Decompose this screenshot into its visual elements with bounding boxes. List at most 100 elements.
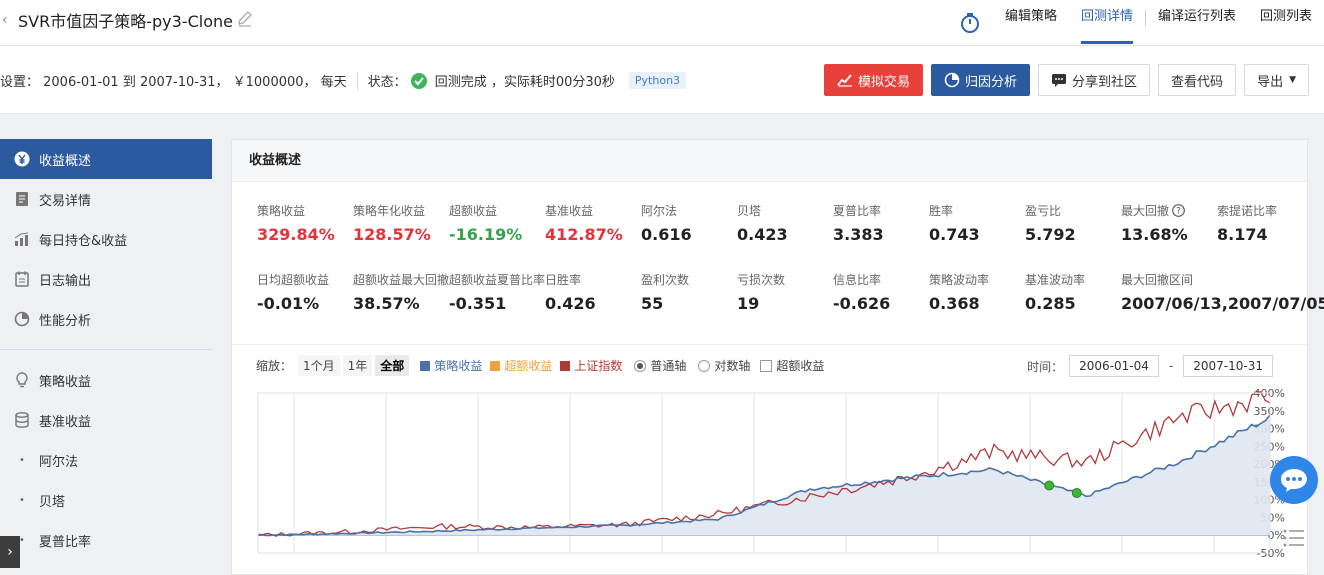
sidebar-item-alpha[interactable]: • 阿尔法 <box>0 440 212 480</box>
normal-axis-label: 普通轴 <box>650 359 687 373</box>
end-date-input[interactable]: 2007-10-31 <box>1183 355 1273 377</box>
sidebar-item-sharpe[interactable]: • 夏普比率 <box>0 520 212 560</box>
list-icon <box>1283 529 1304 547</box>
pencil-edit-icon[interactable] <box>236 10 254 28</box>
legend-label: 策略收益 <box>434 359 483 373</box>
caret-down-icon: ▼ <box>1289 75 1296 85</box>
metric-item: 策略收益 329.84% <box>257 202 353 244</box>
zoom-all-button[interactable]: 全部 <box>375 355 410 376</box>
log-axis-radio[interactable] <box>698 359 711 372</box>
chat-bubble-icon <box>1051 72 1067 88</box>
document-icon <box>14 191 30 207</box>
list-float-button[interactable] <box>1278 522 1310 554</box>
status-text: 回测完成 ，实际耗时00分30秒 <box>434 75 615 90</box>
sidebar-item-label: 贝塔 <box>39 494 66 510</box>
metric-item: 夏普比率 3.383 <box>833 202 929 244</box>
sidebar-item-label: 策略收益 <box>39 374 92 390</box>
back-chevron-icon[interactable]: ‹ <box>2 12 8 28</box>
sidebar-item-daily-positions[interactable]: 每日持仓&收益 <box>0 219 212 259</box>
metric-label-text: 策略波动率 <box>929 273 990 287</box>
metric-label-text: 索提诺比率 <box>1217 204 1278 218</box>
log-axis-label: 对数轴 <box>714 359 751 373</box>
metric-item: 亏损次数 19 <box>737 271 833 313</box>
metric-label-text: 超额收益夏普比率 <box>449 273 546 287</box>
metric-item: 胜率 0.743 <box>929 202 1025 244</box>
metric-item: 阿尔法 0.616 <box>641 202 737 244</box>
sidebar-item-trade-detail[interactable]: 交易详情 <box>0 179 212 219</box>
nav-backtest-list[interactable]: 回测列表 <box>1248 0 1324 46</box>
view-code-button[interactable]: 查看代码 <box>1158 64 1237 96</box>
bar-chart-icon <box>14 231 30 247</box>
share-community-button[interactable]: 分享到社区 <box>1038 64 1151 96</box>
time-label: 时间： <box>1027 359 1064 374</box>
metric-label: 超额收益最大回撤 <box>353 271 449 288</box>
pie-chart-icon <box>14 311 30 327</box>
metric-label: 基准波动率 <box>1025 271 1121 288</box>
metric-label-text: 最大回撤区间 <box>1121 273 1194 287</box>
legend-strategy[interactable]: 策略收益 <box>420 357 482 374</box>
metric-label-text: 超额收益 <box>449 204 498 218</box>
returns-line-chart[interactable]: 400%350%300%250%200%150%100%50%0%-50% <box>232 388 1307 575</box>
info-separator <box>356 71 358 90</box>
metric-value: 329.84% <box>257 225 335 244</box>
nav-edit-strategy[interactable]: 编辑策略 <box>993 0 1069 46</box>
metric-item: 盈亏比 5.792 <box>1025 202 1121 244</box>
yen-icon <box>14 151 30 167</box>
database-icon <box>14 412 30 428</box>
normal-axis-radio[interactable] <box>634 359 647 372</box>
metric-label: 索提诺比率 <box>1217 202 1313 219</box>
metric-item: 日胜率 0.426 <box>545 271 641 313</box>
legend-excess[interactable]: 超额收益 <box>490 357 552 374</box>
metric-label-text: 盈亏比 <box>1025 204 1062 218</box>
zoom-1year-button[interactable]: 1年 <box>342 355 373 376</box>
metric-value: 412.87% <box>545 225 623 244</box>
sidebar-item-beta[interactable]: • 贝塔 <box>0 480 212 520</box>
zoom-1month-button[interactable]: 1个月 <box>298 355 340 376</box>
metric-value: 0.285 <box>1025 294 1076 313</box>
metric-item: 日均超额收益 -0.01% <box>257 271 353 313</box>
nav-compile-list[interactable]: 编译运行列表 <box>1146 0 1248 46</box>
nav-backtest-detail[interactable]: 回测详情 <box>1069 0 1145 46</box>
sidebar-item-benchmark-return[interactable]: 基准收益 <box>0 400 212 440</box>
bullet-icon: • <box>19 454 25 466</box>
sidebar-item-strategy-return[interactable]: 策略收益 <box>0 360 212 400</box>
legend-benchmark[interactable]: 上证指数 <box>560 357 622 374</box>
sidebar-item-log-output[interactable]: 日志输出 <box>0 259 212 299</box>
export-dropdown[interactable]: 导出 ▼ <box>1244 64 1309 96</box>
sidebar-item-performance[interactable]: 性能分析 <box>0 299 212 339</box>
metric-label-text: 日胜率 <box>545 273 582 287</box>
sidebar-divider <box>0 349 212 350</box>
pie-chart-icon <box>944 72 960 88</box>
drawdown-start-marker[interactable] <box>1044 480 1055 491</box>
metric-label: 亏损次数 <box>737 271 833 288</box>
metric-label-text: 基准波动率 <box>1025 273 1086 287</box>
trend-chart-icon <box>837 73 853 87</box>
sidebar-collapse-button[interactable]: › <box>0 536 20 568</box>
panel-divider <box>232 344 1307 345</box>
sidebar-item-label: 性能分析 <box>39 313 92 329</box>
legend-swatch <box>560 360 571 371</box>
metric-value: 0.616 <box>641 225 692 244</box>
calendar-icon <box>14 271 30 287</box>
start-date-input[interactable]: 2006-01-04 <box>1069 355 1159 377</box>
returns-overview-panel: 收益概述 策略收益 329.84% 策略年化收益 128.57% 超额收益 -16.19%… <box>231 139 1324 575</box>
attribution-button[interactable]: 归因分析 <box>931 64 1031 96</box>
metric-item: 策略年化收益 128.57% <box>353 202 449 244</box>
time-range: 时间： 2006-01-04 - 2007-10-31 <box>1027 355 1273 377</box>
metric-item: 超额收益 -16.19% <box>449 202 545 244</box>
question-circle-icon[interactable]: ? <box>1172 204 1185 217</box>
metric-label: 胜率 <box>929 202 1025 219</box>
metric-label: 日胜率 <box>545 271 641 288</box>
sidebar-item-label: 日志输出 <box>39 273 92 289</box>
export-label: 导出 <box>1257 74 1284 90</box>
metric-label: 日均超额收益 <box>257 271 353 288</box>
sim-trade-button[interactable]: 模拟交易 <box>824 64 924 96</box>
settings-text: 设置： 2006-01-01 到 2007-10-31， ￥1000000， 每… <box>0 75 347 90</box>
sidebar-item-returns-overview[interactable]: 收益概述 <box>0 139 212 179</box>
status-label: 状态： <box>367 75 407 90</box>
chat-float-button[interactable] <box>1270 456 1318 504</box>
metric-value: 128.57% <box>353 225 431 244</box>
excess-return-checkbox[interactable] <box>760 359 773 372</box>
drawdown-end-marker[interactable] <box>1071 487 1082 498</box>
view-code-label: 查看代码 <box>1171 74 1224 90</box>
